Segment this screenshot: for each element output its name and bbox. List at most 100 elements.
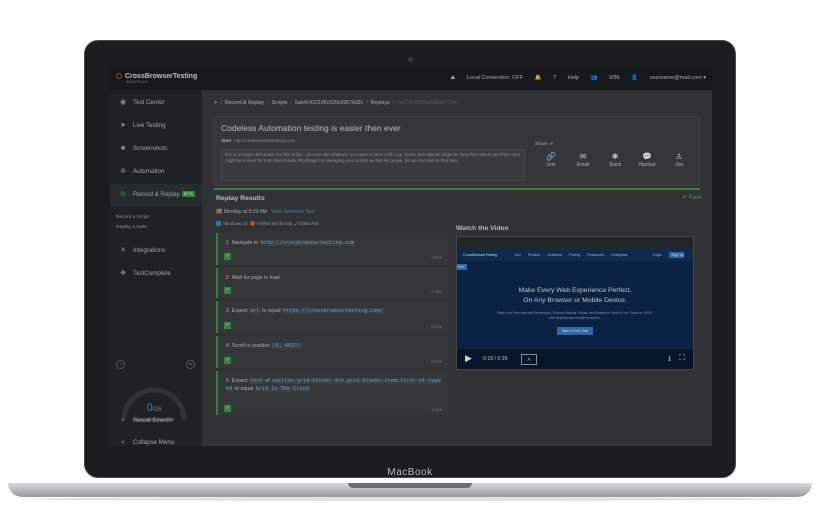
download-icon[interactable]: ⭳ — [668, 353, 671, 367]
breadcrumb-record-replay[interactable]: Record & Replay — [225, 100, 264, 106]
script-start: Start http://crossbrowsertesting.com — [221, 138, 296, 143]
share-circle-icon[interactable]: ⚭ — [186, 360, 195, 369]
video-title: Watch the Video — [456, 225, 509, 232]
status-divider — [214, 188, 700, 190]
sidebar-item-screenshots[interactable]: ■ Screenshots — [110, 138, 202, 160]
breadcrumb-current: 5ac23c0f206a66fb8e718e — [396, 100, 457, 106]
logo-text: CrossBrowserTesting — [125, 73, 198, 80]
logo-mark-icon — [116, 73, 122, 80]
gears-icon: ✲ — [120, 168, 126, 175]
record-gear-icon: ⟡ — [214, 100, 218, 106]
video-hero-line1: Make Every Web Experience Perfect, — [518, 287, 632, 294]
view-selenium-link[interactable]: View Selenium Test — [271, 209, 314, 215]
check-icon: ✓ — [224, 322, 231, 329]
sidebar-item-collapse[interactable]: «Collapse Menu — [110, 432, 202, 446]
breadcrumb-script-id[interactable]: 5ab41422195c026c93676d2c — [295, 100, 363, 106]
replay-date: 🗓 Monday at 9:19 AM View Selenium Test — [216, 209, 315, 215]
local-connection-toggle[interactable]: ⛰ Local Connection: OFF — [451, 75, 524, 81]
step-item[interactable]: 4 Scroll to position [0, 4631] ✓ 0.22s — [216, 336, 448, 368]
step-duration: 0.22s — [431, 324, 442, 329]
breadcrumb: ⟡ / Record & Replay / Scripts/5ab41422195c02… — [214, 100, 457, 106]
share-link-button[interactable]: 🔗 Link — [535, 152, 567, 168]
step-item[interactable]: 2 Wait for page to load ✓ 2.39s — [216, 268, 448, 298]
sidebar: ◉ Test Center ➤ Live Testing ■ Screenshots … — [110, 90, 202, 446]
cursor-icon: ➤ — [120, 122, 126, 129]
video-time: 0:18 / 0:26 — [483, 356, 508, 362]
pass-badge: ✔ Pass — [681, 195, 702, 201]
share-email-button[interactable]: ✉ Email — [567, 152, 599, 168]
puzzle-icon: ✕ — [120, 247, 126, 254]
notifications-icon[interactable]: 🔔 — [535, 75, 542, 81]
dashboard-icon: ◉ — [119, 99, 127, 106]
help-link[interactable]: ? Help — [553, 75, 579, 81]
script-card: Codeless Automation testing is easier th… — [214, 116, 700, 186]
sidebar-item-result-search[interactable]: ⌕ Result Search — [110, 410, 202, 432]
device-brand-label: MacBook — [387, 467, 433, 478]
collapse-icon: « — [121, 439, 125, 446]
search-icon: ⌕ — [121, 417, 125, 424]
captions-icon[interactable]: Ａ — [521, 354, 537, 365]
email-icon: ✉ — [579, 152, 587, 161]
share-slack-button[interactable]: ✱ Slack — [599, 152, 631, 168]
firefox-icon — [250, 221, 256, 227]
share-options: 🔗 Link ✉ Email ✱ Slack 💬 Hipchat ♙ Jira — [535, 152, 695, 168]
prev-icon[interactable]: ‹ — [116, 360, 125, 369]
check-icon: ✓ — [224, 357, 231, 364]
top-bar: CrossBrowserTesting SMARTBEAR ⛰ Local Co… — [110, 68, 712, 90]
windows-icon — [216, 221, 221, 227]
sidebar-item-live-testing[interactable]: ➤ Live Testing — [110, 115, 202, 137]
step-item[interactable]: 5 Expect text of section.grid-blocks div.… — [216, 371, 448, 415]
top-right-menu: ⛰ Local Connection: OFF 🔔 ? Help 👥 9/86 … — [441, 75, 706, 82]
sidebar-item-integrations[interactable]: ✕ Integrations — [110, 240, 202, 262]
video-hero-line2: On Any Browser or Mobile Device. — [523, 297, 627, 304]
breadcrumb-replays[interactable]: Replays — [371, 100, 390, 106]
link-icon: 🔗 — [546, 152, 556, 161]
check-icon: ✓ — [224, 253, 231, 260]
fullscreen-icon[interactable]: ⛶ — [679, 353, 685, 363]
share-icon: ⇗ — [549, 142, 554, 147]
step-item[interactable]: 1 Navigate to http://crossbrowsertesting.… — [216, 233, 448, 265]
sidebar-item-testcomplete[interactable]: ✥ TestComplete — [110, 263, 202, 285]
share-hipchat-button[interactable]: 💬 Hipchat — [631, 152, 663, 168]
sidebar-subitem-record-script[interactable]: Record a Script — [116, 215, 149, 220]
app-logo[interactable]: CrossBrowserTesting SMARTBEAR — [116, 73, 197, 84]
share-jira-button[interactable]: ♙ Jira — [663, 152, 695, 168]
step-duration: 0.22s — [431, 359, 442, 364]
sidebar-subitem-replay-suite[interactable]: Replay a Suite — [116, 225, 147, 230]
main-content: ⟡ / Record & Replay / Scripts/5ab41422195c02… — [202, 90, 712, 446]
check-icon: ✓ — [224, 405, 231, 412]
camera-icon — [408, 57, 413, 62]
testcomplete-icon: ✥ — [120, 270, 126, 277]
laptop-shadow — [30, 497, 790, 501]
start-url-link[interactable]: http://crossbrowsertesting.com — [234, 138, 295, 143]
sidebar-item-record-replay[interactable]: ⧉ Record & Replay BETA — [110, 184, 202, 206]
step-duration: 1.91s — [431, 407, 442, 412]
video-browser-chrome — [457, 237, 693, 249]
hipchat-icon: 💬 — [642, 152, 652, 161]
step-duration: 2.39s — [431, 289, 442, 294]
video-player[interactable]: CrossBrowserTesting Tour Product Solutio… — [456, 236, 694, 370]
laptop-notch — [348, 483, 472, 488]
step-item[interactable]: 3 Expect url to equal https://crossbrowse… — [216, 301, 448, 333]
share-label: Share ⇗ — [535, 142, 554, 147]
breadcrumb-scripts[interactable]: Scripts — [272, 100, 288, 106]
step-duration: 3.87s — [431, 255, 442, 260]
record-icon: ⧉ — [120, 191, 126, 198]
replay-results-title: Replay Results — [216, 195, 265, 202]
play-icon[interactable]: ▶ — [465, 353, 472, 364]
script-description[interactable]: this is a longer description for this sc… — [221, 149, 525, 181]
users-count[interactable]: 👥 9/86 — [591, 75, 620, 81]
video-hero-sub: Start your Free trial and Screenshot, Ex… — [497, 311, 653, 320]
laptop-screen: CrossBrowserTesting SMARTBEAR ⛰ Local Co… — [110, 68, 712, 446]
user-menu[interactable]: 👤 username@mail.com ▾ — [631, 75, 706, 81]
replay-environment: Windows 10 Firefox 58 (64-bit) ⤢1366x768 — [216, 221, 318, 227]
slack-icon: ✱ — [611, 152, 619, 161]
camera-icon: ■ — [120, 145, 126, 152]
sidebar-item-automation[interactable]: ✲ Automation — [110, 161, 202, 183]
script-title: Codeless Automation testing is easier th… — [221, 123, 401, 133]
jira-icon: ♙ — [675, 152, 683, 161]
logo-subtitle: SMARTBEAR — [126, 80, 148, 84]
check-icon: ✓ — [224, 287, 231, 294]
sidebar-item-test-center[interactable]: ◉ Test Center — [110, 92, 202, 114]
video-cta: Start a Free Trial — [557, 327, 593, 335]
